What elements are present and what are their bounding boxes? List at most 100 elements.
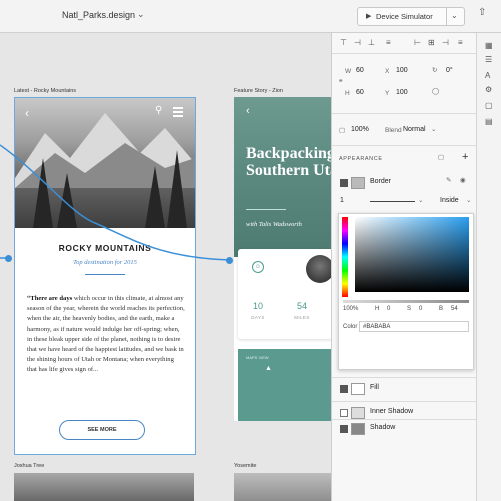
blend-select[interactable]: Normal <box>403 126 426 133</box>
appearance-heading: APPEARANCE <box>339 156 383 162</box>
border-position-select[interactable]: Inside <box>440 197 459 204</box>
divider <box>85 274 125 275</box>
inner-shadow-checkbox[interactable] <box>340 409 348 417</box>
symbols-icon[interactable]: ⚙ <box>485 85 492 94</box>
border-swatch[interactable] <box>351 177 365 189</box>
distribute-vertical-icon[interactable]: ≡ <box>386 38 391 47</box>
chevron-down-icon[interactable]: ⌄ <box>466 196 471 204</box>
artboard-label-joshua[interactable]: Joshua Tree <box>14 463 44 469</box>
fill-checkbox[interactable] <box>340 385 348 393</box>
divider <box>332 419 477 420</box>
stat-miles-label: MILES <box>294 315 310 320</box>
color-icon[interactable]: ◉ <box>460 176 466 184</box>
divider <box>332 377 477 378</box>
artboard-joshua-tree[interactable] <box>14 473 194 501</box>
chevron-down-icon[interactable]: ⌄ <box>451 11 458 20</box>
wire-handle[interactable] <box>5 255 12 262</box>
stat-days-label: DAYS <box>251 315 265 320</box>
artboard-zion[interactable]: ‹ Backpacking Through Southern Utah with… <box>234 97 331 421</box>
width-input[interactable]: 60 <box>356 67 364 74</box>
color-hex-input[interactable]: #BABABA <box>359 321 469 332</box>
device-simulator-button[interactable]: ▶ Device Simulator ⌄ <box>357 7 465 26</box>
tree-graphic <box>167 150 187 228</box>
article-body-lead: “There are days <box>27 295 73 302</box>
brightness-input[interactable]: 54 <box>451 306 458 312</box>
divider <box>332 113 477 114</box>
profile-card: ☺ 10 DAYS 54 MILES <box>238 249 331 339</box>
map-tile[interactable]: MAPS VIEW ▲ <box>238 349 331 421</box>
y-label: Y <box>385 90 390 97</box>
distribute-horizontal-icon[interactable]: ≡ <box>458 38 463 47</box>
back-arrow-icon[interactable]: ‹ <box>246 105 250 117</box>
artboard-yosemite[interactable] <box>234 473 331 501</box>
search-icon[interactable]: ⚲ <box>155 105 162 116</box>
divider <box>446 8 447 25</box>
link-icon[interactable]: ⚭ <box>338 77 343 85</box>
chevron-down-icon[interactable]: ⌄ <box>137 9 145 20</box>
chevron-down-icon[interactable]: ⌄ <box>418 196 423 204</box>
brightness-label: B <box>439 306 444 312</box>
wire-handle[interactable] <box>226 257 233 264</box>
align-middle-icon[interactable]: ⊣ <box>354 38 361 47</box>
align-right-icon[interactable]: ⊣ <box>442 38 449 47</box>
shadow-checkbox[interactable] <box>340 425 348 433</box>
width-label: W <box>345 68 352 75</box>
assets-icon[interactable]: ▢ <box>485 101 493 110</box>
feature-title: Backpacking Through Southern Utah <box>246 145 331 179</box>
artboard-rocky-mountains[interactable]: ‹ ⚲ ROCKY MOUNTAINS Top destination for … <box>14 97 196 455</box>
fill-label: Fill <box>370 384 379 391</box>
smile-icon[interactable]: ☺ <box>252 261 264 273</box>
eyedropper-icon[interactable]: ✎ <box>446 176 451 184</box>
y-input[interactable]: 100 <box>396 89 408 96</box>
hue-label: H <box>375 306 380 312</box>
artboard-label-zion[interactable]: Feature Story - Zion <box>234 88 283 94</box>
share-icon[interactable]: ⇧ <box>478 7 486 18</box>
alpha-input[interactable]: 100% <box>343 306 358 312</box>
chevron-down-icon[interactable]: ⌄ <box>431 125 436 133</box>
border-width-input[interactable]: 1 <box>340 197 344 204</box>
shadow-label: Shadow <box>370 424 396 431</box>
blend-label: Blend <box>385 127 402 134</box>
saturation-input[interactable]: 0 <box>419 306 422 312</box>
align-left-icon[interactable]: ⊢ <box>414 38 421 47</box>
inner-shadow-swatch[interactable] <box>351 407 365 419</box>
align-center-icon[interactable]: ⊞ <box>428 38 435 47</box>
back-arrow-icon[interactable]: ‹ <box>25 106 29 120</box>
tree-graphic <box>145 166 165 228</box>
see-more-button[interactable]: SEE MORE <box>59 420 145 440</box>
layers-icon[interactable]: ☰ <box>485 55 492 64</box>
shadow-swatch[interactable] <box>351 423 365 435</box>
divider <box>332 401 477 402</box>
saturation-brightness-field[interactable] <box>355 217 469 292</box>
design-canvas[interactable]: Latest - Rocky Mountains Feature Story -… <box>0 33 331 501</box>
alpha-slider[interactable] <box>343 300 469 303</box>
document-icon[interactable]: ▤ <box>485 117 493 126</box>
document-title[interactable]: Natl_Parks.design <box>62 10 135 20</box>
hue-slider[interactable] <box>342 217 348 297</box>
border-checkbox[interactable] <box>340 179 348 187</box>
mountain-icon: ▲ <box>265 365 272 372</box>
flip-icon[interactable]: ◯ <box>432 87 439 95</box>
x-input[interactable]: 100 <box>396 67 408 74</box>
color-picker: 100% H 0 S 0 B 54 Color #BABABA <box>338 213 474 370</box>
grid-icon[interactable]: ▦ <box>485 41 493 50</box>
fill-swatch[interactable] <box>351 383 365 395</box>
play-icon: ▶ <box>366 13 372 20</box>
align-toolbar: ⊤ ⊣ ⊥ ≡ ⊢ ⊞ ⊣ ≡ <box>332 33 477 54</box>
rotation-input[interactable]: 0° <box>446 67 453 74</box>
opacity-input[interactable]: 100% <box>351 126 369 133</box>
hero-image: ‹ Backpacking Through Southern Utah with… <box>234 97 331 257</box>
artboard-label-yosemite[interactable]: Yosemite <box>234 463 256 469</box>
add-icon[interactable]: + <box>462 151 468 163</box>
stat-days-value: 10 <box>252 301 263 311</box>
hue-input[interactable]: 0 <box>387 306 390 312</box>
align-top-icon[interactable]: ⊤ <box>340 38 347 47</box>
style-icon[interactable]: ▢ <box>438 153 444 161</box>
align-bottom-icon[interactable]: ⊥ <box>368 38 375 47</box>
artboard-label-rocky[interactable]: Latest - Rocky Mountains <box>14 88 76 94</box>
height-input[interactable]: 60 <box>356 89 364 96</box>
border-label: Border <box>370 178 392 185</box>
article-body-text: which occur in this climate, at almost a… <box>27 295 185 374</box>
menu-icon[interactable] <box>173 107 183 119</box>
text-icon[interactable]: A <box>485 71 490 80</box>
